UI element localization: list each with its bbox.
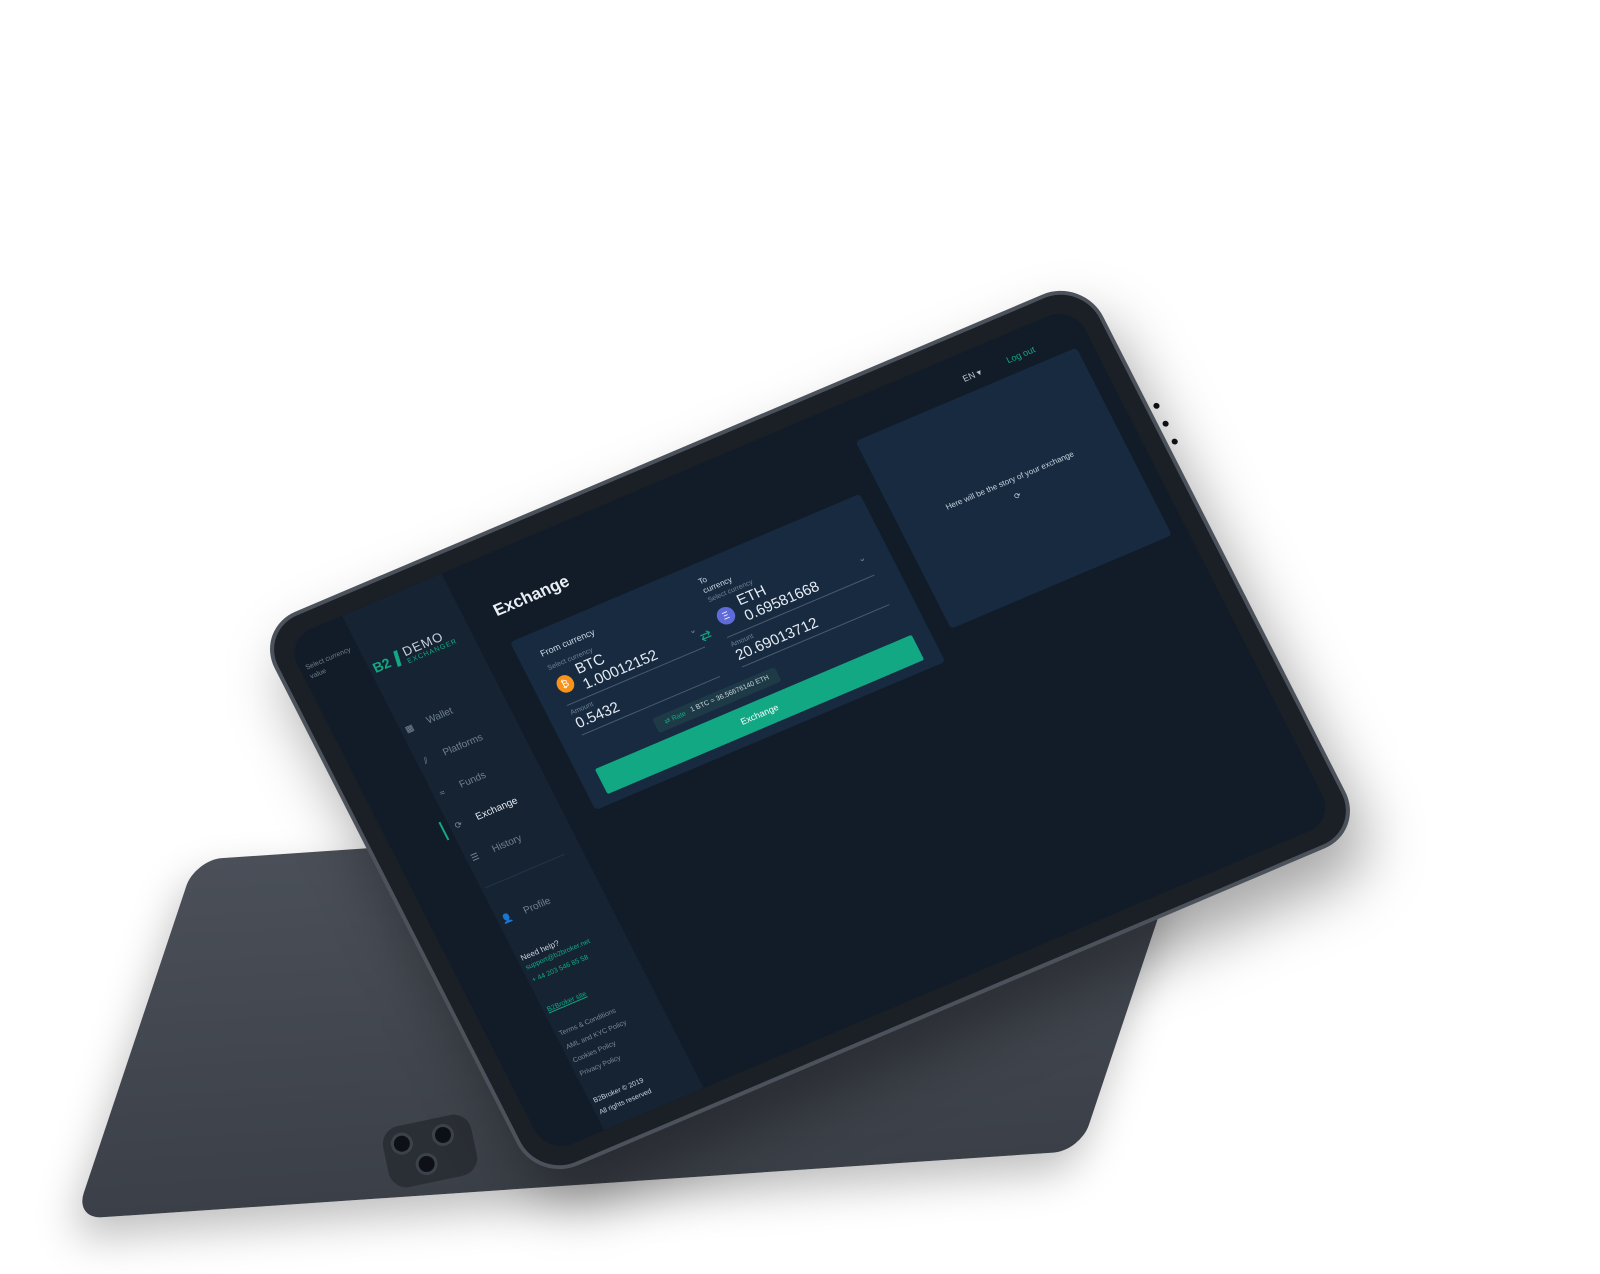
exchange-card: From currency To currency Select currenc… [510,493,946,811]
exchange-icon: ⟳ [452,818,465,831]
sidebar-item-label: Wallet [424,705,455,726]
logo-mark-icon [393,650,402,668]
sidebar-item-label: Profile [521,895,553,917]
sidebar-item-profile[interactable]: 👤 Profile [494,871,590,937]
sidebar-item-label: Platforms [440,731,485,759]
rate-label: ⇄ Rate [663,710,688,726]
ethereum-icon: Ξ [713,604,739,628]
wallet-icon: ▦ [403,721,416,735]
story-text: Here will be the story of your exchange [944,449,1076,512]
funds-icon: ≈ [437,787,447,799]
sidebar-item-label: Funds [457,769,488,791]
user-icon: 👤 [499,911,515,925]
camera-lens [429,1121,456,1149]
refresh-icon: ⟳ [1012,490,1023,502]
logo[interactable]: B2 DEMO EXCHANGER [368,625,459,678]
chevron-down-icon: ⌄ [855,551,868,564]
sidebar-item-label: History [489,832,524,855]
strip-text: Select currency value [304,646,353,681]
tablet-side-buttons [1152,401,1185,458]
language-select[interactable]: EN ▾ [961,367,984,384]
logo-b2: B2 [369,654,394,676]
platforms-icon: ⫽ [421,754,430,766]
logout-link[interactable]: Log out [1005,344,1038,366]
history-icon: ☰ [468,850,481,863]
sidebar-item-label: Exchange [473,795,520,823]
bitcoin-icon: ₿ [553,672,577,696]
camera-lens [413,1150,440,1178]
camera-lens [388,1130,415,1157]
